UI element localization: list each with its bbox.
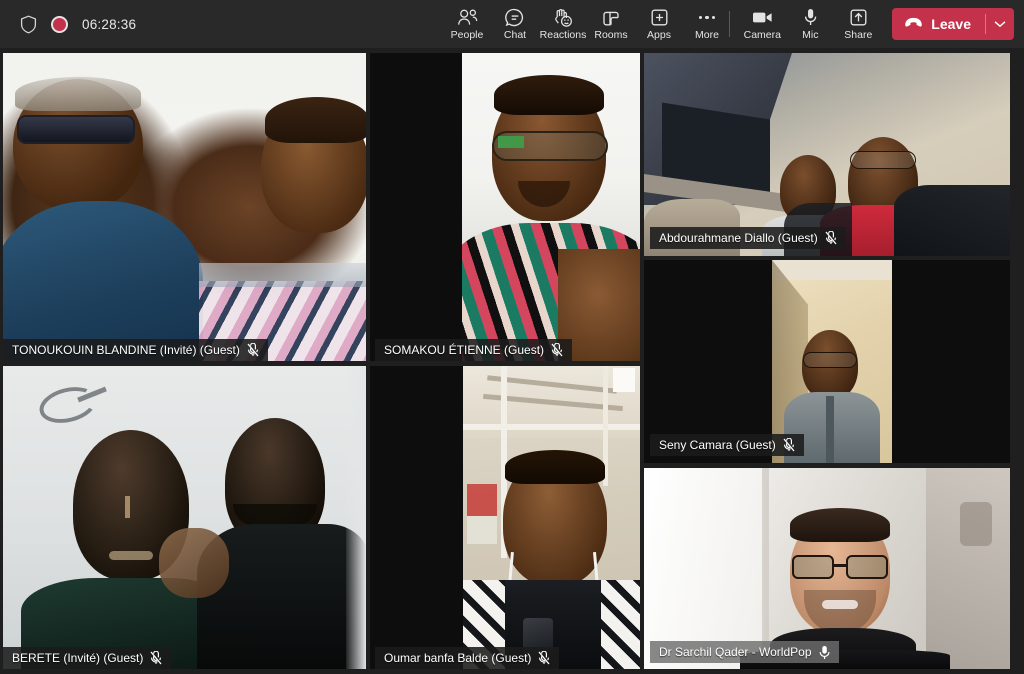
apps-button[interactable]: Apps: [635, 1, 683, 47]
participant-video: [3, 366, 366, 669]
leave-options-button[interactable]: [986, 8, 1014, 40]
apps-label: Apps: [647, 28, 671, 41]
participant-tile[interactable]: SOMAKOU ÉTIENNE (Guest): [370, 53, 640, 361]
participant-video: [3, 53, 366, 361]
mic-off-icon: [783, 438, 795, 452]
leave-label: Leave: [931, 16, 971, 32]
participant-name: Oumar banfa Balde (Guest): [384, 651, 532, 665]
toolbar-right-group: Camera Mic Share Leave: [721, 0, 1014, 48]
mic-off-icon: [825, 231, 837, 245]
reactions-label: Reactions: [539, 28, 587, 41]
chat-button[interactable]: Chat: [491, 1, 539, 47]
chat-icon: [505, 8, 525, 28]
participant-video: [644, 468, 1010, 669]
participant-video: [462, 53, 640, 361]
rooms-icon: [601, 8, 621, 28]
participant-name: Dr Sarchil Qader - WorldPop: [659, 645, 812, 659]
name-label: Oumar banfa Balde (Guest): [375, 647, 560, 669]
participant-tile[interactable]: Oumar banfa Balde (Guest): [370, 366, 640, 669]
participant-tile[interactable]: TONOUKOUIN BLANDINE (Invité) (Guest): [3, 53, 366, 361]
participant-tile[interactable]: Dr Sarchil Qader - WorldPop: [644, 468, 1010, 669]
participant-video: [463, 366, 640, 669]
rooms-button[interactable]: Rooms: [587, 1, 635, 47]
share-button[interactable]: Share: [834, 1, 882, 47]
participant-video: [644, 53, 1010, 256]
leave-button[interactable]: Leave: [892, 8, 985, 40]
rooms-label: Rooms: [594, 28, 628, 41]
people-button[interactable]: People: [443, 1, 491, 47]
meeting-timer: 06:28:36: [82, 16, 137, 32]
chat-label: Chat: [503, 28, 527, 41]
more-icon: [698, 8, 716, 28]
recording-indicator: [51, 15, 68, 33]
name-label: TONOUKOUIN BLANDINE (Invité) (Guest): [3, 339, 268, 361]
camera-button[interactable]: Camera: [738, 1, 786, 47]
shield-icon: [20, 15, 37, 34]
hangup-icon: [904, 15, 923, 33]
mic-button[interactable]: Mic: [786, 1, 834, 47]
toolbar-left-group: 06:28:36: [0, 0, 136, 48]
participant-name: SOMAKOU ÉTIENNE (Guest): [384, 343, 545, 357]
mic-off-icon: [538, 651, 550, 665]
name-label: BERETE (Invité) (Guest): [3, 647, 172, 669]
participant-tile[interactable]: Seny Camara (Guest): [644, 260, 1010, 463]
share-icon: [849, 8, 868, 28]
name-label: SOMAKOU ÉTIENNE (Guest): [375, 339, 573, 361]
more-label: More: [695, 28, 719, 41]
name-label: Abdourahmane Diallo (Guest): [650, 227, 846, 249]
toolbar-center-group: People Chat Reactions Rooms Apps More: [443, 0, 731, 48]
reactions-icon: [553, 8, 574, 28]
mic-off-icon: [551, 343, 563, 357]
participant-name: Seny Camara (Guest): [659, 438, 776, 452]
mic-icon: [804, 8, 817, 28]
leave-group: Leave: [892, 8, 1014, 40]
participant-tile[interactable]: Abdourahmane Diallo (Guest): [644, 53, 1010, 256]
camera-icon: [752, 8, 773, 28]
participant-name: Abdourahmane Diallo (Guest): [659, 231, 818, 245]
mic-label: Mic: [802, 28, 819, 41]
meeting-toolbar: 06:28:36 People Chat Reactions Rooms App…: [0, 0, 1024, 48]
mic-on-icon: [819, 645, 830, 660]
mic-off-icon: [247, 343, 259, 357]
chevron-down-icon: [994, 15, 1006, 33]
mic-off-icon: [150, 651, 162, 665]
participant-name: BERETE (Invité) (Guest): [12, 651, 144, 665]
reactions-button[interactable]: Reactions: [539, 1, 587, 47]
people-icon: [457, 8, 478, 28]
apps-icon: [650, 8, 669, 28]
participant-video: [772, 260, 892, 463]
participant-tile[interactable]: BERETE (Invité) (Guest): [3, 366, 366, 669]
people-label: People: [450, 28, 484, 41]
video-stage: TONOUKOUIN BLANDINE (Invité) (Guest) SOM…: [0, 48, 1024, 674]
name-label: Dr Sarchil Qader - WorldPop: [650, 641, 839, 663]
toolbar-divider: [729, 11, 731, 37]
participant-name: TONOUKOUIN BLANDINE (Invité) (Guest): [12, 343, 240, 357]
name-label: Seny Camara (Guest): [650, 434, 804, 456]
camera-label: Camera: [743, 28, 781, 41]
share-label: Share: [844, 28, 873, 41]
